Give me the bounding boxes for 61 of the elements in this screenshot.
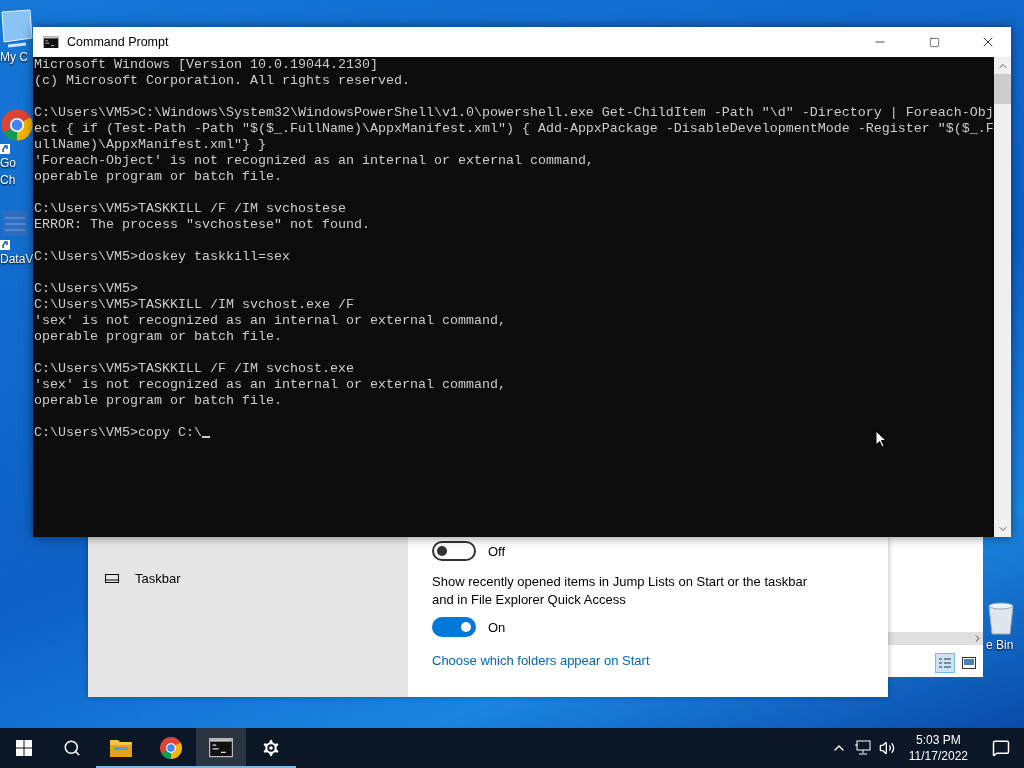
maximize-icon [928, 36, 940, 48]
settings-icon [260, 737, 282, 759]
console-line: C:\Users\VM5>C:\Windows\System32\WindowsPowerShell\v1.0\powershell.exe Get-ChildItem -Path "\d" -Directory | Foreach-Obj [34, 105, 994, 120]
console-line: C:\Users\VM5>TASKKILL /F /IM svchostese [34, 201, 346, 216]
folders-link[interactable]: Choose which folders appear on Start [432, 653, 888, 668]
notifications-icon [992, 739, 1010, 757]
console-line: 'sex' is not recognized as an internal or external command, [34, 377, 506, 392]
console-line: C:\Users\VM5> [34, 281, 138, 296]
desktop-icon-label[interactable]: Ch [0, 173, 16, 188]
console-line: operable program or batch file. [34, 329, 282, 344]
time: 5:03 PM [916, 732, 961, 748]
text-cursor [201, 436, 210, 438]
date: 11/17/2022 [908, 748, 968, 764]
horizontal-scrollbar[interactable] [888, 632, 983, 645]
chrome-icon [159, 736, 183, 760]
console-line: ullName)\AppxManifest.xml"} } [34, 137, 266, 152]
console-line: (c) Microsoft Corporation. All rights reserved. [34, 73, 410, 88]
computer-icon [0, 8, 34, 48]
mouse-pointer-icon [875, 430, 887, 448]
taskbar-app-button[interactable] [196, 728, 246, 768]
scroll-thumb[interactable] [994, 74, 1011, 104]
recycle-bin-icon [986, 600, 1016, 636]
desktop-icon-label[interactable]: My C [0, 50, 28, 65]
console-line: Microsoft Windows [Version 10.0.19044.2130] [34, 57, 378, 72]
console-icon [209, 738, 233, 758]
chrome-icon [0, 108, 34, 142]
console-line: operable program or batch file. [34, 169, 282, 184]
console-line: ect { if (Test-Path -Path "$($_.FullName)\AppxManifest.xml") { Add-AppxPackage -DisableDevelopmentMode -Register "$($_.F [34, 121, 994, 136]
folder-icon [109, 738, 133, 758]
network-icon[interactable] [853, 740, 872, 756]
desktop-icon-label[interactable]: Go [0, 156, 16, 171]
console-line: C:\Users\VM5>TASKKILL /F /IM svchost.exe [34, 361, 354, 376]
window-title: Command Prompt [67, 35, 170, 49]
sidebar-item-label: Taskbar [135, 570, 181, 586]
toggle-state-label: On [488, 619, 506, 635]
image-icon [962, 657, 976, 669]
console-line: 'Foreach-Object' is not recognized as an internal or external command, [34, 153, 594, 168]
volume-icon[interactable] [878, 740, 895, 756]
console-line: C:\Users\VM5>TASKKILL /IM svchost.exe /F [34, 297, 354, 312]
windows-logo-icon [16, 740, 32, 756]
shortcut-arrow-icon [0, 144, 10, 154]
shortcut-arrow-icon [0, 240, 10, 250]
setting-description: Show recently opened items in Jump Lists on Start or the taskbar and in File Explorer Quick Access [432, 573, 809, 609]
desktop-icon-label[interactable]: e Bin [986, 638, 1014, 653]
taskbar-icon [105, 573, 119, 583]
console-icon [43, 35, 59, 49]
toggle-switch[interactable] [432, 541, 476, 561]
toggle-switch[interactable] [432, 617, 476, 637]
desktop-icon-label[interactable]: DataV [0, 252, 34, 267]
vertical-scrollbar[interactable] [994, 57, 1011, 537]
clock[interactable]: 5:03 PM 11/17/2022 [898, 732, 978, 764]
console-line: 'sex' is not recognized as an internal or external command, [34, 313, 506, 328]
list-icon [938, 657, 952, 669]
console-line: operable program or batch file. [34, 393, 282, 408]
app-icon [0, 208, 30, 238]
console-line: C:\Users\VM5>doskey taskkill=sex [34, 249, 290, 264]
console-line: C:\Users\VM5>copy C:\ [34, 425, 202, 440]
console-line: ERROR: The process "svchostese" not found. [34, 217, 370, 232]
sidebar-item[interactable]: Taskbar [88, 568, 408, 588]
toggle-state-label: Off [488, 543, 506, 559]
search-icon [63, 739, 81, 757]
